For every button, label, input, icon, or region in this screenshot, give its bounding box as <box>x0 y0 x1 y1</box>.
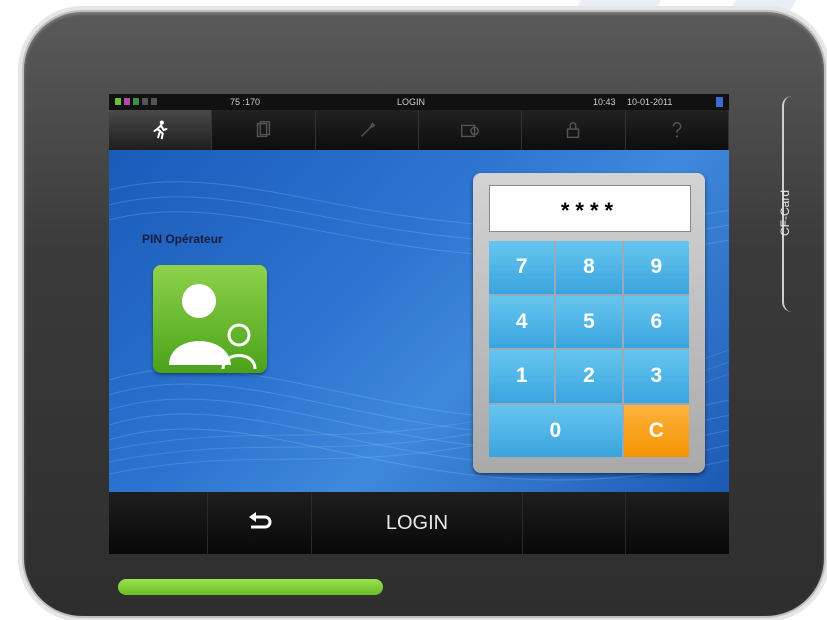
documents-icon <box>257 121 271 138</box>
key-9[interactable]: 9 <box>623 241 689 294</box>
status-title: LOGIN <box>397 97 426 107</box>
program-folder-icon <box>461 124 480 138</box>
bottom-title: LOGIN <box>385 511 449 534</box>
status-led-bar <box>118 579 383 595</box>
clear-button[interactable]: C <box>623 404 689 457</box>
keypad-grid: 7 8 9 4 5 6 1 2 3 0 C <box>489 241 689 457</box>
tab-help[interactable] <box>625 110 729 150</box>
pin-label: PIN Opérateur <box>142 232 223 246</box>
tab-documents[interactable] <box>212 110 316 150</box>
lock-icon <box>567 122 580 139</box>
battery-icon <box>716 97 723 107</box>
cf-card-label: CF-Card <box>778 189 792 236</box>
operator-user-button[interactable] <box>153 265 267 373</box>
pin-display: **** <box>489 185 691 232</box>
keypad: **** 7 8 9 4 5 6 1 2 3 0 C <box>473 173 705 473</box>
status-time: 10:43 <box>593 97 616 107</box>
wrench-icon <box>360 122 376 137</box>
key-1[interactable]: 1 <box>489 350 555 403</box>
back-button[interactable] <box>207 492 313 554</box>
tab-lock[interactable] <box>522 110 626 150</box>
help-icon <box>672 122 682 138</box>
key-0[interactable]: 0 <box>489 404 622 457</box>
status-counter: 75 :170 <box>230 97 261 107</box>
tab-bar <box>109 110 729 150</box>
key-8[interactable]: 8 <box>556 241 622 294</box>
key-5[interactable]: 5 <box>556 295 622 348</box>
running-person-icon <box>153 120 168 140</box>
bottom-empty-right-2 <box>626 492 729 554</box>
key-6[interactable]: 6 <box>623 295 689 348</box>
tab-program[interactable] <box>109 110 213 150</box>
bottom-bar: LOGIN <box>109 492 729 554</box>
login-panel: PIN Opérateur **** 7 8 9 4 5 6 1 2 3 0 C <box>109 150 729 492</box>
status-bar: 75 :170 LOGIN 10:43 10-01-2011 <box>109 94 729 110</box>
user-icon <box>169 284 257 370</box>
key-7[interactable]: 7 <box>489 241 555 294</box>
key-3[interactable]: 3 <box>623 350 689 403</box>
back-arrow-icon <box>248 512 271 529</box>
key-2[interactable]: 2 <box>556 350 622 403</box>
status-icons <box>115 98 157 105</box>
key-4[interactable]: 4 <box>489 295 555 348</box>
bottom-title-cell: LOGIN <box>312 492 523 554</box>
tab-tools[interactable] <box>315 110 419 150</box>
bottom-empty-left <box>109 492 208 554</box>
status-date: 10-01-2011 <box>627 97 673 107</box>
screen: 75 :170 LOGIN 10:43 10-01-2011 PIN Opéra… <box>109 94 729 554</box>
tab-program-folder[interactable] <box>418 110 523 150</box>
bottom-empty-right-1 <box>522 492 627 554</box>
